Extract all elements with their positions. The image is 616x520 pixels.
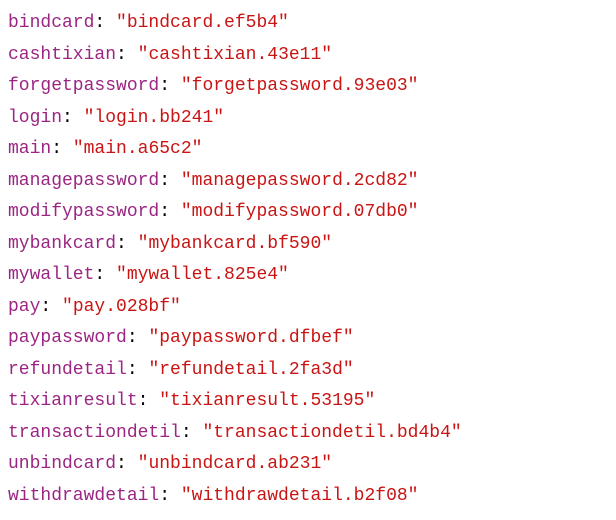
colon-separator: : <box>159 486 181 506</box>
colon-separator: : <box>51 139 73 159</box>
property-key: mywallet <box>8 265 94 285</box>
object-entry: mybankcard: "mybankcard.bf590" <box>8 229 608 261</box>
object-entry: mywallet: "mywallet.825e4" <box>8 260 608 292</box>
property-value: "paypassword.dfbef" <box>148 328 353 348</box>
colon-separator: : <box>159 171 181 191</box>
object-entry: unbindcard: "unbindcard.ab231" <box>8 449 608 481</box>
property-key: withdrawdetail <box>8 486 159 506</box>
property-key: refundetail <box>8 360 127 380</box>
property-value: "mybankcard.bf590" <box>138 234 332 254</box>
object-entry: transactiondetil: "transactiondetil.bd4b… <box>8 418 608 450</box>
object-entry: tixianresult: "tixianresult.53195" <box>8 386 608 418</box>
property-key: tixianresult <box>8 391 138 411</box>
property-key: cashtixian <box>8 45 116 65</box>
property-value: "forgetpassword.93e03" <box>181 76 419 96</box>
colon-separator: : <box>116 45 138 65</box>
property-value: "transactiondetil.bd4b4" <box>202 423 461 443</box>
object-literal-view: bindcard: "bindcard.ef5b4"cashtixian: "c… <box>8 8 608 512</box>
property-value: "login.bb241" <box>84 108 224 128</box>
property-key: managepassword <box>8 171 159 191</box>
colon-separator: : <box>94 265 116 285</box>
object-entry: paypassword: "paypassword.dfbef" <box>8 323 608 355</box>
colon-separator: : <box>116 234 138 254</box>
property-key: unbindcard <box>8 454 116 474</box>
object-entry: cashtixian: "cashtixian.43e11" <box>8 40 608 72</box>
property-key: login <box>8 108 62 128</box>
colon-separator: : <box>127 328 149 348</box>
property-key: bindcard <box>8 13 94 33</box>
property-key: transactiondetil <box>8 423 181 443</box>
property-key: pay <box>8 297 40 317</box>
property-key: forgetpassword <box>8 76 159 96</box>
colon-separator: : <box>116 454 138 474</box>
colon-separator: : <box>40 297 62 317</box>
object-entry: main: "main.a65c2" <box>8 134 608 166</box>
property-value: "unbindcard.ab231" <box>138 454 332 474</box>
object-entry: login: "login.bb241" <box>8 103 608 135</box>
property-value: "modifypassword.07db0" <box>181 202 419 222</box>
property-value: "main.a65c2" <box>73 139 203 159</box>
property-value: "bindcard.ef5b4" <box>116 13 289 33</box>
colon-separator: : <box>159 202 181 222</box>
property-value: "refundetail.2fa3d" <box>148 360 353 380</box>
property-key: paypassword <box>8 328 127 348</box>
property-value: "pay.028bf" <box>62 297 181 317</box>
object-entry: refundetail: "refundetail.2fa3d" <box>8 355 608 387</box>
property-key: mybankcard <box>8 234 116 254</box>
object-entry: forgetpassword: "forgetpassword.93e03" <box>8 71 608 103</box>
colon-separator: : <box>127 360 149 380</box>
colon-separator: : <box>181 423 203 443</box>
object-entry: pay: "pay.028bf" <box>8 292 608 324</box>
property-value: "tixianresult.53195" <box>159 391 375 411</box>
colon-separator: : <box>159 76 181 96</box>
property-value: "cashtixian.43e11" <box>138 45 332 65</box>
property-value: "withdrawdetail.b2f08" <box>181 486 419 506</box>
object-entry: modifypassword: "modifypassword.07db0" <box>8 197 608 229</box>
property-value: "managepassword.2cd82" <box>181 171 419 191</box>
object-entry: managepassword: "managepassword.2cd82" <box>8 166 608 198</box>
colon-separator: : <box>62 108 84 128</box>
object-entry: bindcard: "bindcard.ef5b4" <box>8 8 608 40</box>
property-key: main <box>8 139 51 159</box>
object-entry: withdrawdetail: "withdrawdetail.b2f08" <box>8 481 608 513</box>
property-key: modifypassword <box>8 202 159 222</box>
colon-separator: : <box>94 13 116 33</box>
colon-separator: : <box>138 391 160 411</box>
property-value: "mywallet.825e4" <box>116 265 289 285</box>
